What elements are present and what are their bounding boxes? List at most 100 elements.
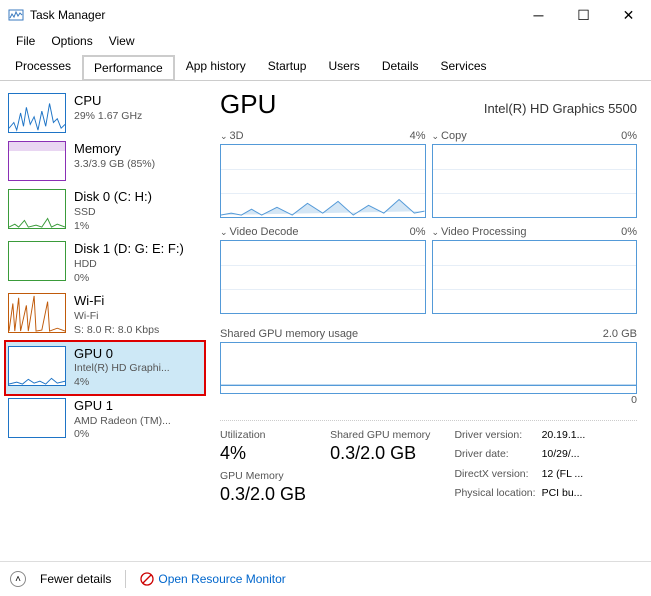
sharedmem-value: 0.3/2.0 GB — [330, 443, 430, 464]
performance-sidebar: CPU 29% 1.67 GHz Memory 3.3/3.9 GB (85%)… — [0, 81, 210, 561]
footer-divider — [125, 570, 126, 588]
sidebar-item-gpu1[interactable]: GPU 1 AMD Radeon (TM)... 0% — [6, 394, 204, 446]
menu-view[interactable]: View — [101, 32, 143, 50]
tabbar: Processes Performance App history Startu… — [0, 54, 651, 81]
disk0-sub2: 1% — [74, 220, 152, 234]
chart-video-decode[interactable]: ⌄Video Decode 0% — [220, 226, 426, 314]
gpu1-label: GPU 1 — [74, 398, 171, 415]
gpu0-sparkline — [8, 346, 66, 386]
util-value: 4% — [220, 443, 306, 464]
chart-vp-label: Video Processing — [441, 226, 526, 238]
memory-sub: 3.3/3.9 GB (85%) — [74, 158, 155, 172]
resource-monitor-icon — [140, 572, 154, 586]
menu-file[interactable]: File — [8, 32, 43, 50]
chart-row-2: ⌄Video Decode 0% ⌄Video Processing 0% — [220, 226, 637, 314]
chart-3d[interactable]: ⌄3D 4% — [220, 130, 426, 218]
chart-3d-pct: 4% — [410, 130, 426, 142]
gpu0-sub: Intel(R) HD Graphi... — [74, 362, 170, 376]
driver-date-k: Driver date: — [454, 448, 535, 466]
wifi-sub2: S: 8.0 R: 8.0 Kbps — [74, 324, 159, 338]
memory-label: Memory — [74, 141, 155, 158]
chevron-up-icon[interactable]: ˄ — [10, 571, 26, 587]
tab-details[interactable]: Details — [371, 54, 430, 80]
tab-processes[interactable]: Processes — [4, 54, 82, 80]
disk1-sub: HDD — [74, 258, 184, 272]
chart-copy-box — [432, 144, 638, 218]
chart-vd-box — [220, 240, 426, 314]
minimize-button[interactable]: ─ — [516, 0, 561, 30]
chart-vp-pct: 0% — [621, 226, 637, 238]
gpu-header: GPU Intel(R) HD Graphics 5500 — [220, 89, 637, 120]
chevron-down-icon: ⌄ — [432, 131, 440, 141]
chart-vd-pct: 0% — [410, 226, 426, 238]
chart-video-processing[interactable]: ⌄Video Processing 0% — [432, 226, 638, 314]
driver-version-k: Driver version: — [454, 429, 535, 447]
main-panel: GPU Intel(R) HD Graphics 5500 ⌄3D 4% ⌄Co… — [210, 81, 651, 561]
chart-3d-box — [220, 144, 426, 218]
chart-vd-label: Video Decode — [230, 226, 299, 238]
gpu1-sparkline — [8, 398, 66, 438]
shared-mem-chart — [220, 342, 637, 394]
gpumem-label: GPU Memory — [220, 470, 306, 482]
tab-services[interactable]: Services — [430, 54, 498, 80]
stats-row: Utilization 4% GPU Memory 0.3/2.0 GB Sha… — [220, 420, 637, 505]
window-controls: ─ ☐ ✕ — [516, 0, 651, 30]
disk0-sub: SSD — [74, 206, 152, 220]
footer: ˄ Fewer details Open Resource Monitor — [0, 561, 651, 596]
chart-3d-label: 3D — [230, 130, 244, 142]
tab-users[interactable]: Users — [317, 54, 370, 80]
shared-mem-zero: 0 — [220, 394, 637, 406]
fewer-details-link[interactable]: Fewer details — [40, 572, 111, 586]
sidebar-item-memory[interactable]: Memory 3.3/3.9 GB (85%) — [6, 137, 204, 185]
disk1-sparkline — [8, 241, 66, 281]
disk0-sparkline — [8, 189, 66, 229]
chart-copy[interactable]: ⌄Copy 0% — [432, 130, 638, 218]
task-manager-icon — [8, 7, 24, 23]
chevron-down-icon: ⌄ — [220, 131, 228, 141]
content-area: CPU 29% 1.67 GHz Memory 3.3/3.9 GB (85%)… — [0, 81, 651, 561]
driver-info: Driver version: 20.19.1... Driver date: 10… — [454, 429, 585, 505]
chevron-down-icon: ⌄ — [220, 227, 228, 237]
tab-performance[interactable]: Performance — [82, 55, 175, 81]
sidebar-item-gpu0[interactable]: GPU 0 Intel(R) HD Graphi... 4% — [6, 342, 204, 394]
cpu-sub: 29% 1.67 GHz — [74, 110, 142, 124]
disk1-sub2: 0% — [74, 272, 184, 286]
open-resource-monitor-link[interactable]: Open Resource Monitor — [140, 572, 285, 586]
sidebar-item-disk1[interactable]: Disk 1 (D: G: E: F:) HDD 0% — [6, 237, 204, 289]
chart-copy-pct: 0% — [621, 130, 637, 142]
driver-date-v: 10/29/... — [542, 448, 586, 466]
memory-sparkline — [8, 141, 66, 181]
chart-row-1: ⌄3D 4% ⌄Copy 0% — [220, 130, 637, 218]
close-button[interactable]: ✕ — [606, 0, 651, 30]
driver-version-v: 20.19.1... — [542, 429, 586, 447]
chart-copy-label: Copy — [441, 130, 467, 142]
dx-version-v: 12 (FL ... — [542, 468, 586, 486]
maximize-button[interactable]: ☐ — [561, 0, 606, 30]
util-label: Utilization — [220, 429, 306, 441]
disk1-label: Disk 1 (D: G: E: F:) — [74, 241, 184, 258]
wifi-sparkline — [8, 293, 66, 333]
cpu-label: CPU — [74, 93, 142, 110]
menu-options[interactable]: Options — [43, 32, 100, 50]
chart-vp-box — [432, 240, 638, 314]
disk0-label: Disk 0 (C: H:) — [74, 189, 152, 206]
titlebar: Task Manager ─ ☐ ✕ — [0, 0, 651, 30]
phys-loc-v: PCI bu... — [542, 487, 586, 505]
shared-mem-header: Shared GPU memory usage 2.0 GB — [220, 328, 637, 340]
gpu0-sub2: 4% — [74, 376, 170, 390]
cpu-sparkline — [8, 93, 66, 133]
tab-app-history[interactable]: App history — [175, 54, 257, 80]
dx-version-k: DirectX version: — [454, 468, 535, 486]
gpu0-label: GPU 0 — [74, 346, 170, 363]
sidebar-item-wifi[interactable]: Wi-Fi Wi-Fi S: 8.0 R: 8.0 Kbps — [6, 289, 204, 341]
wifi-sub: Wi-Fi — [74, 310, 159, 324]
shared-mem-max: 2.0 GB — [603, 328, 637, 340]
sidebar-item-cpu[interactable]: CPU 29% 1.67 GHz — [6, 89, 204, 137]
gpumem-value: 0.3/2.0 GB — [220, 484, 306, 505]
window-title: Task Manager — [30, 8, 516, 22]
tab-startup[interactable]: Startup — [257, 54, 318, 80]
sidebar-item-disk0[interactable]: Disk 0 (C: H:) SSD 1% — [6, 185, 204, 237]
gpu1-sub2: 0% — [74, 428, 171, 442]
gpu-device-name: Intel(R) HD Graphics 5500 — [484, 101, 637, 116]
shared-mem-label: Shared GPU memory usage — [220, 328, 358, 340]
